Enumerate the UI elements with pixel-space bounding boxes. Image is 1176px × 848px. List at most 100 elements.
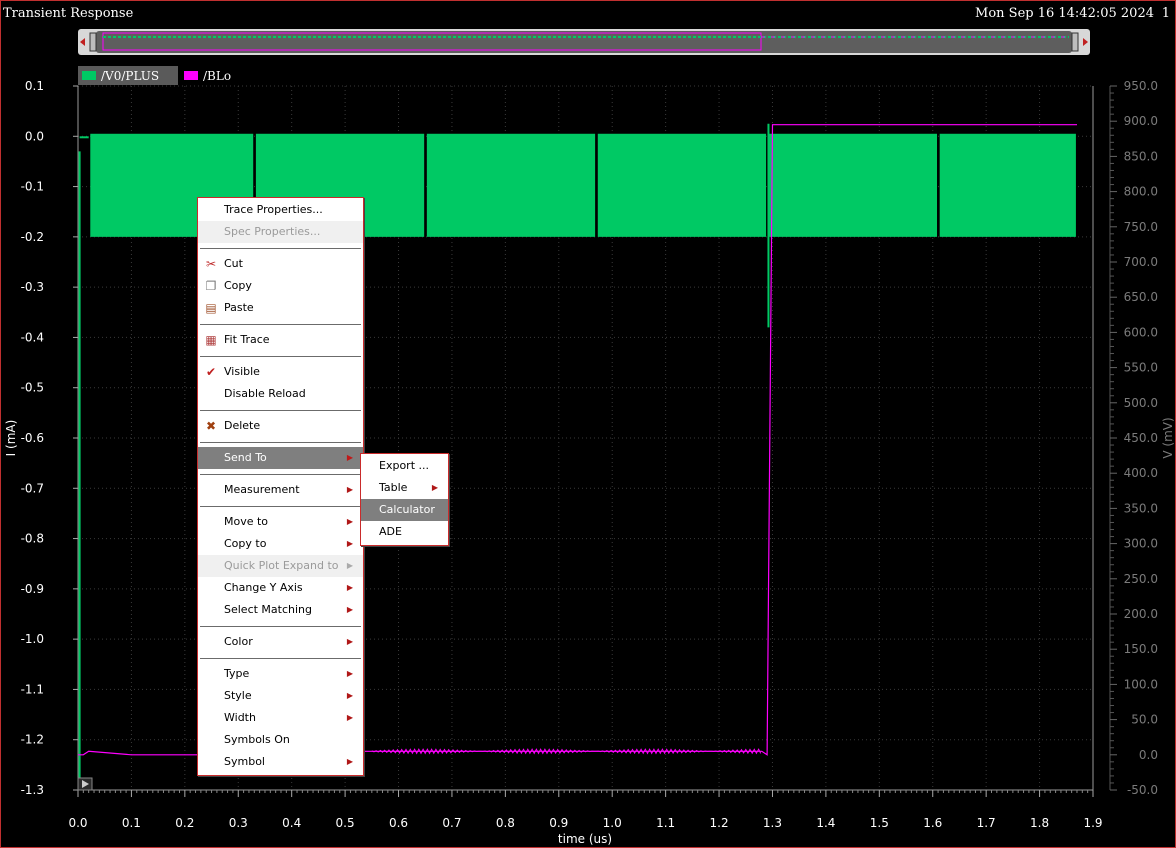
y-left-tick-label: -1.3 [21,783,44,797]
menu-item-label: Disable Reload [224,387,306,400]
menu-item-label: Send To [224,451,267,464]
submenu-arrow-icon: ▶ [346,669,353,678]
submenu-item-label: Table [379,481,408,494]
menu-item-label: Visible [224,365,260,378]
x-tick-label: 1.3 [763,816,782,830]
menu-item-delete[interactable]: ✖ Delete [198,415,363,437]
menu-separator [200,356,361,357]
menu-item-send-to[interactable]: Send To ▶ [198,447,363,469]
x-tick-label: 0.5 [336,816,355,830]
menu-item-copy[interactable]: ❐ Copy [198,275,363,297]
y-right-tick-label: 200.0 [1124,607,1158,621]
y-right-tick-label: 100.0 [1124,677,1158,691]
y-right-tick-label: 600.0 [1124,325,1158,339]
submenu-arrow-icon: ▶ [346,757,353,766]
menu-item-move-to[interactable]: Move to ▶ [198,511,363,533]
legend-item-blo[interactable]: /BLo [180,66,231,85]
menu-item-change-y-axis[interactable]: Change Y Axis ▶ [198,577,363,599]
zoom-scrollbar[interactable] [78,29,1090,55]
x-tick-label: 0.7 [442,816,461,830]
submenu-arrow-icon: ▶ [346,517,353,526]
submenu-arrow-icon: ▶ [346,691,353,700]
menu-item-label: Select Matching [224,603,313,616]
menu-item-copy-to[interactable]: Copy to ▶ [198,533,363,555]
menu-item-paste[interactable]: ▤ Paste [198,297,363,319]
legend-swatch-icon [82,71,96,80]
submenu-item-calculator[interactable]: Calculator [361,499,448,521]
x-axis-ticks: 0.0 0.1 0.2 0.3 0.4 0.5 0.6 0.7 0.8 0.9 1.0 1.1 1.2 1… [68,790,1103,830]
menu-item-label: Trace Properties... [224,203,323,216]
menu-item-label: Fit Trace [224,333,270,346]
y-right-tick-label: 500.0 [1124,396,1158,410]
menu-separator [200,474,361,475]
send-to-submenu[interactable]: Export ... Table ▶ Calculator ADE [360,453,449,546]
menu-item-label: Measurement [224,483,300,496]
x-tick-label: 1.5 [870,816,889,830]
menu-item-label: Change Y Axis [224,581,303,594]
submenu-arrow-icon: ▶ [346,713,353,722]
play-marker-icon[interactable] [77,777,93,791]
menu-item-cut[interactable]: ✂ Cut [198,253,363,275]
scroll-right-handle[interactable] [1071,32,1079,52]
x-tick-label: 1.7 [977,816,996,830]
menu-item-label: Symbols On [224,733,290,746]
submenu-arrow-icon: ▶ [346,539,353,548]
menu-item-label: Quick Plot Expand to [224,559,339,572]
scissors-icon: ✂ [205,257,217,271]
y-right-tick-label: 50.0 [1131,713,1158,727]
submenu-item-export[interactable]: Export ... [361,455,448,477]
menu-item-label: Cut [224,257,243,270]
menu-item-disable-reload[interactable]: Disable Reload [198,383,363,405]
menu-separator [200,506,361,507]
menu-item-type[interactable]: Type ▶ [198,663,363,685]
legend-item-v0-plus[interactable]: /V0/PLUS [78,66,178,85]
menu-item-label: Paste [224,301,254,314]
legend-label: /V0/PLUS [101,68,160,83]
submenu-arrow-icon: ▶ [346,453,353,462]
menu-item-select-matching[interactable]: Select Matching ▶ [198,599,363,621]
submenu-item-table[interactable]: Table ▶ [361,477,448,499]
menu-item-label: Delete [224,419,261,432]
plot-area[interactable]: 0.0 0.1 0.2 0.3 0.4 0.5 0.6 0.7 0.8 0.9 1.0 1.1 1.2 1… [0,0,1176,848]
x-tick-label: 0.9 [549,816,568,830]
menu-item-symbols-on[interactable]: Symbols On [198,729,363,751]
copy-icon: ❐ [205,279,217,293]
y-right-axis-ticks: 950.0 900.0 850.0 800.0 750.0 700.0 650.0 600.0… [1110,79,1158,797]
menu-separator [200,626,361,627]
menu-item-label: Width [224,711,256,724]
menu-item-label: Type [224,667,250,680]
y-right-tick-label: 250.0 [1124,572,1158,586]
y-left-tick-label: -1.0 [21,632,44,646]
menu-item-fit-trace[interactable]: ▦ Fit Trace [198,329,363,351]
menu-separator [200,324,361,325]
menu-item-visible[interactable]: ✔ Visible [198,361,363,383]
y-right-tick-label: 450.0 [1124,431,1158,445]
y-right-tick-label: -50.0 [1127,783,1158,797]
menu-item-label: Move to [224,515,269,528]
x-tick-label: 0.1 [122,816,141,830]
y-right-axis-label: V (mV) [1161,417,1175,458]
y-right-tick-label: 900.0 [1124,114,1158,128]
y-right-tick-label: 550.0 [1124,361,1158,375]
menu-separator [200,248,361,249]
menu-item-trace-properties[interactable]: Trace Properties... [198,199,363,221]
x-tick-label: 0.0 [68,816,87,830]
menu-item-symbol[interactable]: Symbol ▶ [198,751,363,773]
menu-item-style[interactable]: Style ▶ [198,685,363,707]
x-tick-label: 0.4 [282,816,301,830]
y-right-tick-label: 400.0 [1124,466,1158,480]
y-right-tick-label: 300.0 [1124,537,1158,551]
menu-item-color[interactable]: Color ▶ [198,631,363,653]
menu-item-label: Style [224,689,252,702]
context-menu[interactable]: Trace Properties... Spec Properties... ✂ Cu… [197,197,364,776]
checkmark-icon: ✔ [205,365,217,379]
submenu-item-label: Calculator [379,503,435,516]
submenu-item-ade[interactable]: ADE [361,521,448,543]
y-left-tick-label: -0.9 [21,582,44,596]
menu-item-measurement[interactable]: Measurement ▶ [198,479,363,501]
y-left-tick-label: -0.7 [21,481,44,495]
y-left-tick-label: -0.3 [21,280,44,294]
y-right-tick-label: 150.0 [1124,642,1158,656]
scroll-left-handle[interactable] [89,32,97,52]
menu-item-width[interactable]: Width ▶ [198,707,363,729]
